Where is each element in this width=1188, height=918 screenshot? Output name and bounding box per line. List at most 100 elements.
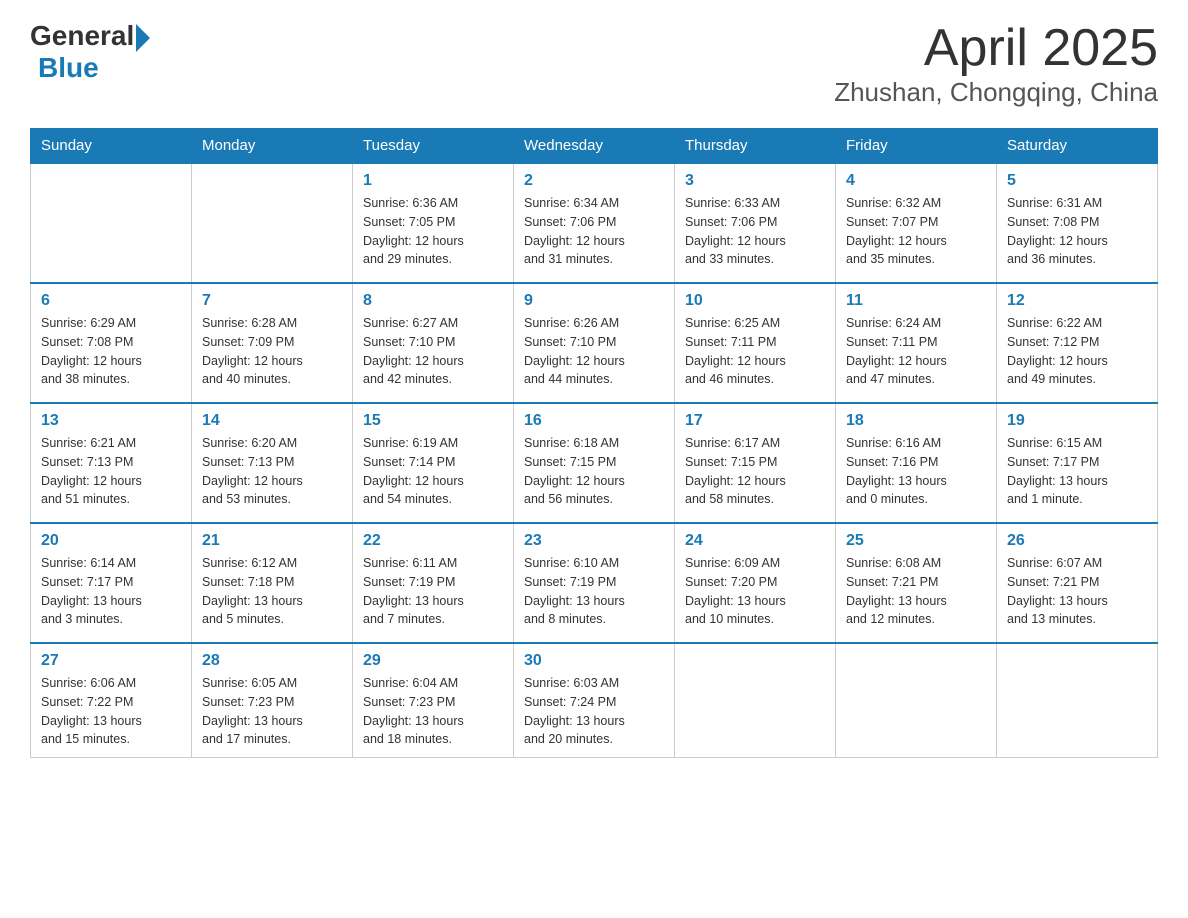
- day-info: Sunrise: 6:36 AM Sunset: 7:05 PM Dayligh…: [363, 194, 503, 269]
- day-info: Sunrise: 6:27 AM Sunset: 7:10 PM Dayligh…: [363, 314, 503, 389]
- day-number: 19: [1007, 412, 1147, 430]
- calendar-table: SundayMondayTuesdayWednesdayThursdayFrid…: [30, 128, 1158, 758]
- day-info: Sunrise: 6:21 AM Sunset: 7:13 PM Dayligh…: [41, 434, 181, 509]
- day-number: 24: [685, 532, 825, 550]
- calendar-cell-w5-d2: 28 Sunrise: 6:05 AM Sunset: 7:23 PM Dayli…: [192, 643, 353, 758]
- calendar-cell-w1-d3: 1 Sunrise: 6:36 AM Sunset: 7:05 PM Daylig…: [353, 163, 514, 283]
- calendar-cell-w4-d6: 25Sunrise: 6:08 AM Sunset: 7:21 PM Dayli…: [836, 523, 997, 643]
- logo: General Blue: [30, 20, 150, 84]
- calendar-cell-w4-d3: 22 Sunrise: 6:11 AM Sunset: 7:19 PM Dayli…: [353, 523, 514, 643]
- calendar-cell-w5-d6: [836, 643, 997, 758]
- calendar-title: April 2025: [834, 20, 1158, 77]
- calendar-cell-w4-d2: 21Sunrise: 6:12 AM Sunset: 7:18 PM Dayli…: [192, 523, 353, 643]
- day-info: Sunrise: 6:24 AM Sunset: 7:11 PM Dayligh…: [846, 314, 986, 389]
- header-tuesday: Tuesday: [353, 129, 514, 164]
- day-number: 20: [41, 532, 181, 550]
- calendar-cell-w5-d3: 29Sunrise: 6:04 AM Sunset: 7:23 PM Dayli…: [353, 643, 514, 758]
- day-number: 18: [846, 412, 986, 430]
- title-block: April 2025 Zhushan, Chongqing, China: [834, 20, 1158, 108]
- calendar-cell-w4-d7: 26 Sunrise: 6:07 AM Sunset: 7:21 PM Dayli…: [997, 523, 1158, 643]
- day-info: Sunrise: 6:03 AM Sunset: 7:24 PM Dayligh…: [524, 674, 664, 749]
- day-number: 10: [685, 292, 825, 310]
- day-number: 23: [524, 532, 664, 550]
- calendar-cell-w5-d5: [675, 643, 836, 758]
- calendar-cell-w1-d1: [31, 163, 192, 283]
- calendar-cell-w3-d4: 16 Sunrise: 6:18 AM Sunset: 7:15 PM Dayli…: [514, 403, 675, 523]
- calendar-cell-w4-d5: 24 Sunrise: 6:09 AM Sunset: 7:20 PM Dayli…: [675, 523, 836, 643]
- day-info: Sunrise: 6:15 AM Sunset: 7:17 PM Dayligh…: [1007, 434, 1147, 509]
- day-number: 9: [524, 292, 664, 310]
- day-number: 16: [524, 412, 664, 430]
- day-number: 14: [202, 412, 342, 430]
- day-number: 5: [1007, 172, 1147, 190]
- calendar-cell-w3-d6: 18 Sunrise: 6:16 AM Sunset: 7:16 PM Dayli…: [836, 403, 997, 523]
- day-number: 27: [41, 652, 181, 670]
- calendar-cell-w1-d5: 3Sunrise: 6:33 AM Sunset: 7:06 PM Daylig…: [675, 163, 836, 283]
- day-info: Sunrise: 6:32 AM Sunset: 7:07 PM Dayligh…: [846, 194, 986, 269]
- calendar-cell-w3-d1: 13 Sunrise: 6:21 AM Sunset: 7:13 PM Dayli…: [31, 403, 192, 523]
- logo-text-general: General: [30, 20, 134, 52]
- header-friday: Friday: [836, 129, 997, 164]
- day-info: Sunrise: 6:25 AM Sunset: 7:11 PM Dayligh…: [685, 314, 825, 389]
- day-number: 29: [363, 652, 503, 670]
- day-info: Sunrise: 6:16 AM Sunset: 7:16 PM Dayligh…: [846, 434, 986, 509]
- logo-text-blue: Blue: [38, 52, 99, 83]
- calendar-header: SundayMondayTuesdayWednesdayThursdayFrid…: [31, 129, 1158, 164]
- day-number: 8: [363, 292, 503, 310]
- calendar-cell-w2-d2: 7Sunrise: 6:28 AM Sunset: 7:09 PM Daylig…: [192, 283, 353, 403]
- week-row-3: 13 Sunrise: 6:21 AM Sunset: 7:13 PM Dayli…: [31, 403, 1158, 523]
- day-info: Sunrise: 6:12 AM Sunset: 7:18 PM Dayligh…: [202, 554, 342, 629]
- page-header: General Blue April 2025 Zhushan, Chongqi…: [30, 20, 1158, 108]
- calendar-cell-w5-d1: 27 Sunrise: 6:06 AM Sunset: 7:22 PM Dayli…: [31, 643, 192, 758]
- day-number: 6: [41, 292, 181, 310]
- day-number: 12: [1007, 292, 1147, 310]
- day-number: 11: [846, 292, 986, 310]
- day-info: Sunrise: 6:31 AM Sunset: 7:08 PM Dayligh…: [1007, 194, 1147, 269]
- logo-arrow-icon: [136, 24, 150, 52]
- calendar-cell-w2-d5: 10 Sunrise: 6:25 AM Sunset: 7:11 PM Dayli…: [675, 283, 836, 403]
- day-info: Sunrise: 6:17 AM Sunset: 7:15 PM Dayligh…: [685, 434, 825, 509]
- calendar-cell-w4-d4: 23Sunrise: 6:10 AM Sunset: 7:19 PM Dayli…: [514, 523, 675, 643]
- day-info: Sunrise: 6:05 AM Sunset: 7:23 PM Dayligh…: [202, 674, 342, 749]
- header-saturday: Saturday: [997, 129, 1158, 164]
- calendar-cell-w4-d1: 20 Sunrise: 6:14 AM Sunset: 7:17 PM Dayli…: [31, 523, 192, 643]
- calendar-cell-w2-d4: 9 Sunrise: 6:26 AM Sunset: 7:10 PM Daylig…: [514, 283, 675, 403]
- day-number: 22: [363, 532, 503, 550]
- day-info: Sunrise: 6:22 AM Sunset: 7:12 PM Dayligh…: [1007, 314, 1147, 389]
- day-info: Sunrise: 6:19 AM Sunset: 7:14 PM Dayligh…: [363, 434, 503, 509]
- calendar-cell-w3-d7: 19 Sunrise: 6:15 AM Sunset: 7:17 PM Dayli…: [997, 403, 1158, 523]
- calendar-cell-w1-d7: 5 Sunrise: 6:31 AM Sunset: 7:08 PM Daylig…: [997, 163, 1158, 283]
- calendar-cell-w1-d6: 4Sunrise: 6:32 AM Sunset: 7:07 PM Daylig…: [836, 163, 997, 283]
- calendar-cell-w3-d3: 15 Sunrise: 6:19 AM Sunset: 7:14 PM Dayli…: [353, 403, 514, 523]
- day-number: 15: [363, 412, 503, 430]
- day-info: Sunrise: 6:07 AM Sunset: 7:21 PM Dayligh…: [1007, 554, 1147, 629]
- day-info: Sunrise: 6:06 AM Sunset: 7:22 PM Dayligh…: [41, 674, 181, 749]
- week-row-2: 6Sunrise: 6:29 AM Sunset: 7:08 PM Daylig…: [31, 283, 1158, 403]
- day-number: 13: [41, 412, 181, 430]
- calendar-cell-w2-d1: 6Sunrise: 6:29 AM Sunset: 7:08 PM Daylig…: [31, 283, 192, 403]
- day-info: Sunrise: 6:11 AM Sunset: 7:19 PM Dayligh…: [363, 554, 503, 629]
- day-info: Sunrise: 6:34 AM Sunset: 7:06 PM Dayligh…: [524, 194, 664, 269]
- day-number: 28: [202, 652, 342, 670]
- day-info: Sunrise: 6:28 AM Sunset: 7:09 PM Dayligh…: [202, 314, 342, 389]
- day-number: 26: [1007, 532, 1147, 550]
- day-number: 25: [846, 532, 986, 550]
- calendar-cell-w3-d2: 14Sunrise: 6:20 AM Sunset: 7:13 PM Dayli…: [192, 403, 353, 523]
- calendar-cell-w5-d7: [997, 643, 1158, 758]
- week-row-1: 1 Sunrise: 6:36 AM Sunset: 7:05 PM Daylig…: [31, 163, 1158, 283]
- header-row: SundayMondayTuesdayWednesdayThursdayFrid…: [31, 129, 1158, 164]
- day-info: Sunrise: 6:26 AM Sunset: 7:10 PM Dayligh…: [524, 314, 664, 389]
- day-number: 1: [363, 172, 503, 190]
- day-info: Sunrise: 6:09 AM Sunset: 7:20 PM Dayligh…: [685, 554, 825, 629]
- calendar-cell-w3-d5: 17Sunrise: 6:17 AM Sunset: 7:15 PM Dayli…: [675, 403, 836, 523]
- day-number: 2: [524, 172, 664, 190]
- day-info: Sunrise: 6:14 AM Sunset: 7:17 PM Dayligh…: [41, 554, 181, 629]
- day-info: Sunrise: 6:18 AM Sunset: 7:15 PM Dayligh…: [524, 434, 664, 509]
- calendar-cell-w1-d4: 2 Sunrise: 6:34 AM Sunset: 7:06 PM Daylig…: [514, 163, 675, 283]
- calendar-cell-w2-d6: 11 Sunrise: 6:24 AM Sunset: 7:11 PM Dayli…: [836, 283, 997, 403]
- day-number: 30: [524, 652, 664, 670]
- calendar-cell-w5-d4: 30 Sunrise: 6:03 AM Sunset: 7:24 PM Dayli…: [514, 643, 675, 758]
- calendar-cell-w1-d2: [192, 163, 353, 283]
- week-row-5: 27 Sunrise: 6:06 AM Sunset: 7:22 PM Dayli…: [31, 643, 1158, 758]
- day-info: Sunrise: 6:33 AM Sunset: 7:06 PM Dayligh…: [685, 194, 825, 269]
